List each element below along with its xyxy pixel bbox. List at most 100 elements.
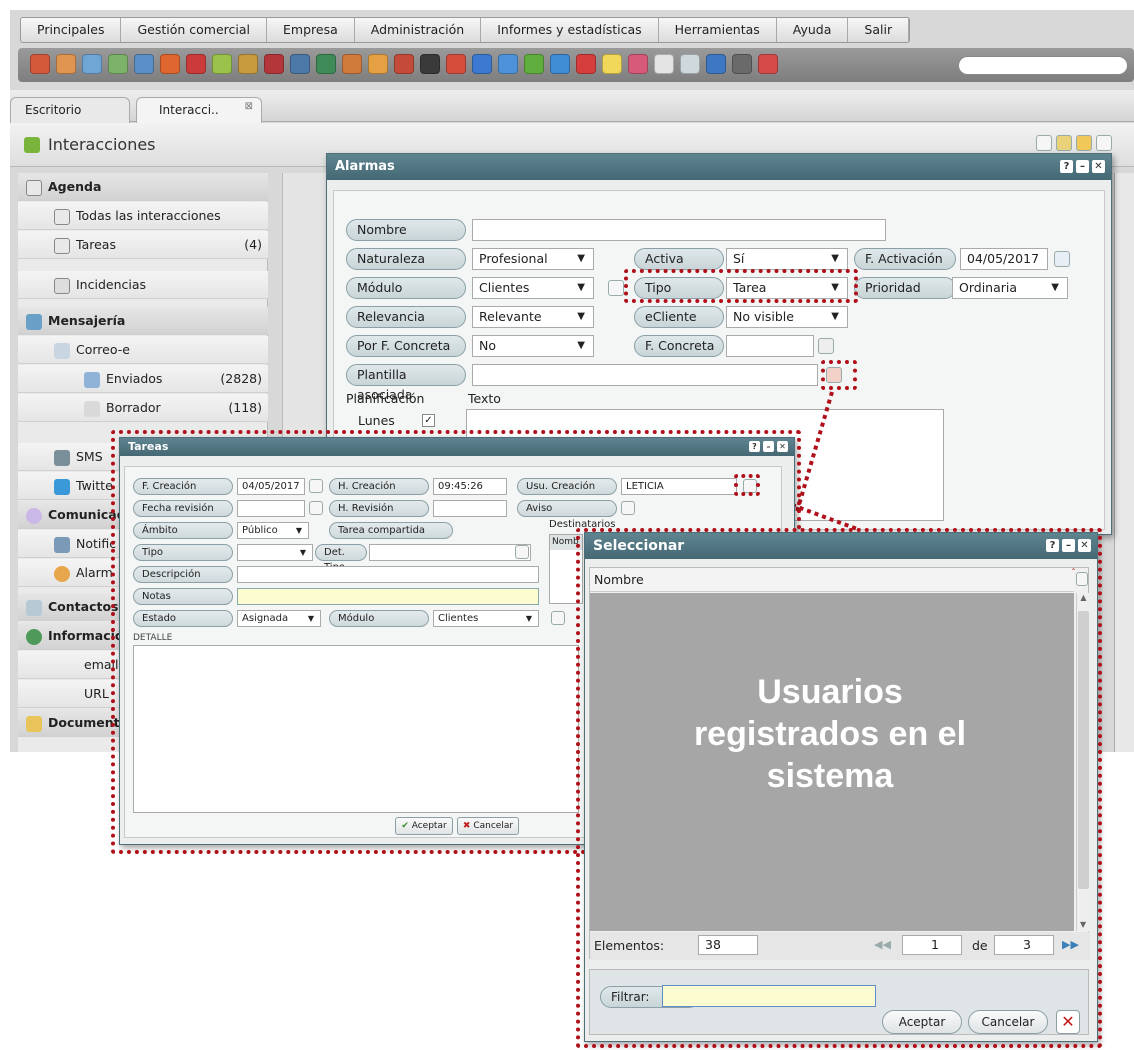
menu-gestion-comercial[interactable]: Gestión comercial (121, 18, 268, 42)
sidebar-item-todas[interactable]: Todas las interacciones (18, 202, 268, 230)
edit-icon[interactable] (1056, 135, 1072, 151)
document-icon[interactable] (654, 54, 674, 74)
tag-icon[interactable] (1076, 135, 1092, 151)
menu-principales[interactable]: Principales (21, 18, 122, 42)
refresh-icon[interactable] (550, 54, 570, 74)
person2-icon[interactable] (368, 54, 388, 74)
select-value: Clientes (479, 280, 530, 295)
book-icon[interactable] (316, 54, 336, 74)
sidebar-item-tareas[interactable]: Tareas (4) (18, 231, 268, 259)
label-f-activacion: F. Activación (854, 248, 956, 270)
window-icon[interactable] (108, 54, 128, 74)
user-blue-icon[interactable] (82, 54, 102, 74)
modulo-select[interactable]: Clientes ▼ (472, 277, 594, 299)
nombre-input[interactable] (472, 219, 886, 241)
label-f-concreta: F. Concreta (634, 335, 724, 357)
f-concreta-input[interactable] (726, 335, 814, 357)
tab-label: Escritorio (25, 103, 82, 117)
window-title: Alarmas (335, 159, 395, 174)
minimize-icon[interactable]: – (1076, 160, 1089, 173)
highlight-seleccionar-window (576, 528, 1102, 1048)
menu-empresa[interactable]: Empresa (267, 18, 355, 42)
tab-escritorio[interactable]: Escritorio (10, 97, 130, 123)
prioridad-select[interactable]: Ordinaria ▼ (952, 277, 1068, 299)
dropdown-arrow-icon: ▼ (577, 340, 585, 351)
sent-mail-icon (84, 371, 100, 388)
lookup-icon[interactable] (608, 280, 624, 296)
highlight-plantilla-icon (821, 360, 857, 390)
dropdown-arrow-icon: ▼ (831, 311, 839, 322)
sidebar-item-enviados[interactable]: Enviados (2828) (18, 365, 268, 393)
help-icon[interactable] (758, 54, 778, 74)
sidebar-item-incidencias[interactable]: Incidencias (18, 271, 268, 299)
dropdown-arrow-icon: ▼ (577, 253, 585, 264)
person-icon[interactable] (342, 54, 362, 74)
coins-icon[interactable] (446, 54, 466, 74)
relevancia-select[interactable]: Relevante ▼ (472, 306, 594, 328)
calendar-icon[interactable] (1054, 251, 1070, 267)
target-icon[interactable] (186, 54, 206, 74)
sidebar-label: Tareas (76, 237, 116, 252)
dropdown-arrow-icon: ▼ (577, 311, 585, 322)
lunes-checkbox[interactable]: ✓ (422, 414, 435, 427)
sidebar-item-borrador[interactable]: Borrador (118) (18, 394, 268, 422)
alarmas-title-bar[interactable]: Alarmas ? – ✕ (327, 154, 1111, 180)
sidebar-item-correo[interactable]: Correo-e (18, 336, 268, 364)
fire-icon[interactable] (160, 54, 180, 74)
check-icon[interactable] (212, 54, 232, 74)
hat-icon[interactable] (290, 54, 310, 74)
monitor-icon[interactable] (134, 54, 154, 74)
briefcase-icon[interactable] (238, 54, 258, 74)
contacts-icon (26, 599, 42, 616)
page-title: Interacciones (48, 135, 156, 154)
diamond-icon[interactable] (498, 54, 518, 74)
plantilla-input[interactable] (472, 364, 818, 386)
cube-icon[interactable] (30, 54, 50, 74)
sidebar-section-mensajeria[interactable]: Mensajería (18, 307, 268, 335)
menu-salir[interactable]: Salir (848, 18, 910, 42)
menu-informes[interactable]: Informes y estadísticas (481, 18, 659, 42)
label-plantilla: Plantilla asociada (346, 364, 466, 402)
sidebar-label: Mensajería (48, 313, 126, 328)
select-value: Profesional (479, 251, 548, 266)
gem-icon[interactable] (524, 54, 544, 74)
bulb-icon[interactable] (602, 54, 622, 74)
g-icon[interactable] (576, 54, 596, 74)
naturaleza-select[interactable]: Profesional ▼ (472, 248, 594, 270)
sidebar-section-agenda[interactable]: Agenda (18, 173, 268, 201)
menu-administracion[interactable]: Administración (355, 18, 482, 42)
bag-icon[interactable] (264, 54, 284, 74)
user-icon[interactable] (56, 54, 76, 74)
calendar-icon[interactable] (818, 338, 834, 354)
chart-icon[interactable] (628, 54, 648, 74)
globe-icon[interactable] (472, 54, 492, 74)
right-scrollbar[interactable] (1114, 173, 1134, 752)
menu-ayuda[interactable]: Ayuda (777, 18, 849, 42)
search-doc-icon[interactable] (1096, 135, 1112, 151)
euro-icon[interactable] (420, 54, 440, 74)
new-doc-icon[interactable] (1036, 135, 1052, 151)
por-f-concreta-select[interactable]: No ▼ (472, 335, 594, 357)
label-ecliente: eCliente (634, 306, 724, 328)
tab-interacciones[interactable]: Interacci.. ⊠ (136, 97, 262, 123)
count-badge: (4) (244, 237, 262, 252)
globe-icon (26, 628, 42, 645)
folder-icon (26, 715, 42, 732)
sidebar-label: Correo-e (76, 342, 130, 357)
phone-icon (54, 449, 70, 466)
close-tab-icon[interactable]: ⊠ (245, 95, 253, 119)
activa-select[interactable]: Sí ▼ (726, 248, 848, 270)
pencil-icon[interactable] (706, 54, 726, 74)
menu-herramientas[interactable]: Herramientas (659, 18, 777, 42)
calendar-icon (54, 208, 70, 225)
help-icon[interactable]: ? (1060, 160, 1073, 173)
ecliente-select[interactable]: No visible ▼ (726, 306, 848, 328)
tools-icon[interactable] (732, 54, 752, 74)
clipboard-icon (54, 277, 70, 294)
search-input[interactable] (958, 56, 1128, 75)
planificacion-label: Planificación (346, 391, 425, 406)
f-activacion-input[interactable]: 04/05/2017 (960, 248, 1048, 270)
close-icon[interactable]: ✕ (1092, 160, 1105, 173)
calculator-icon[interactable] (680, 54, 700, 74)
money-icon[interactable] (394, 54, 414, 74)
